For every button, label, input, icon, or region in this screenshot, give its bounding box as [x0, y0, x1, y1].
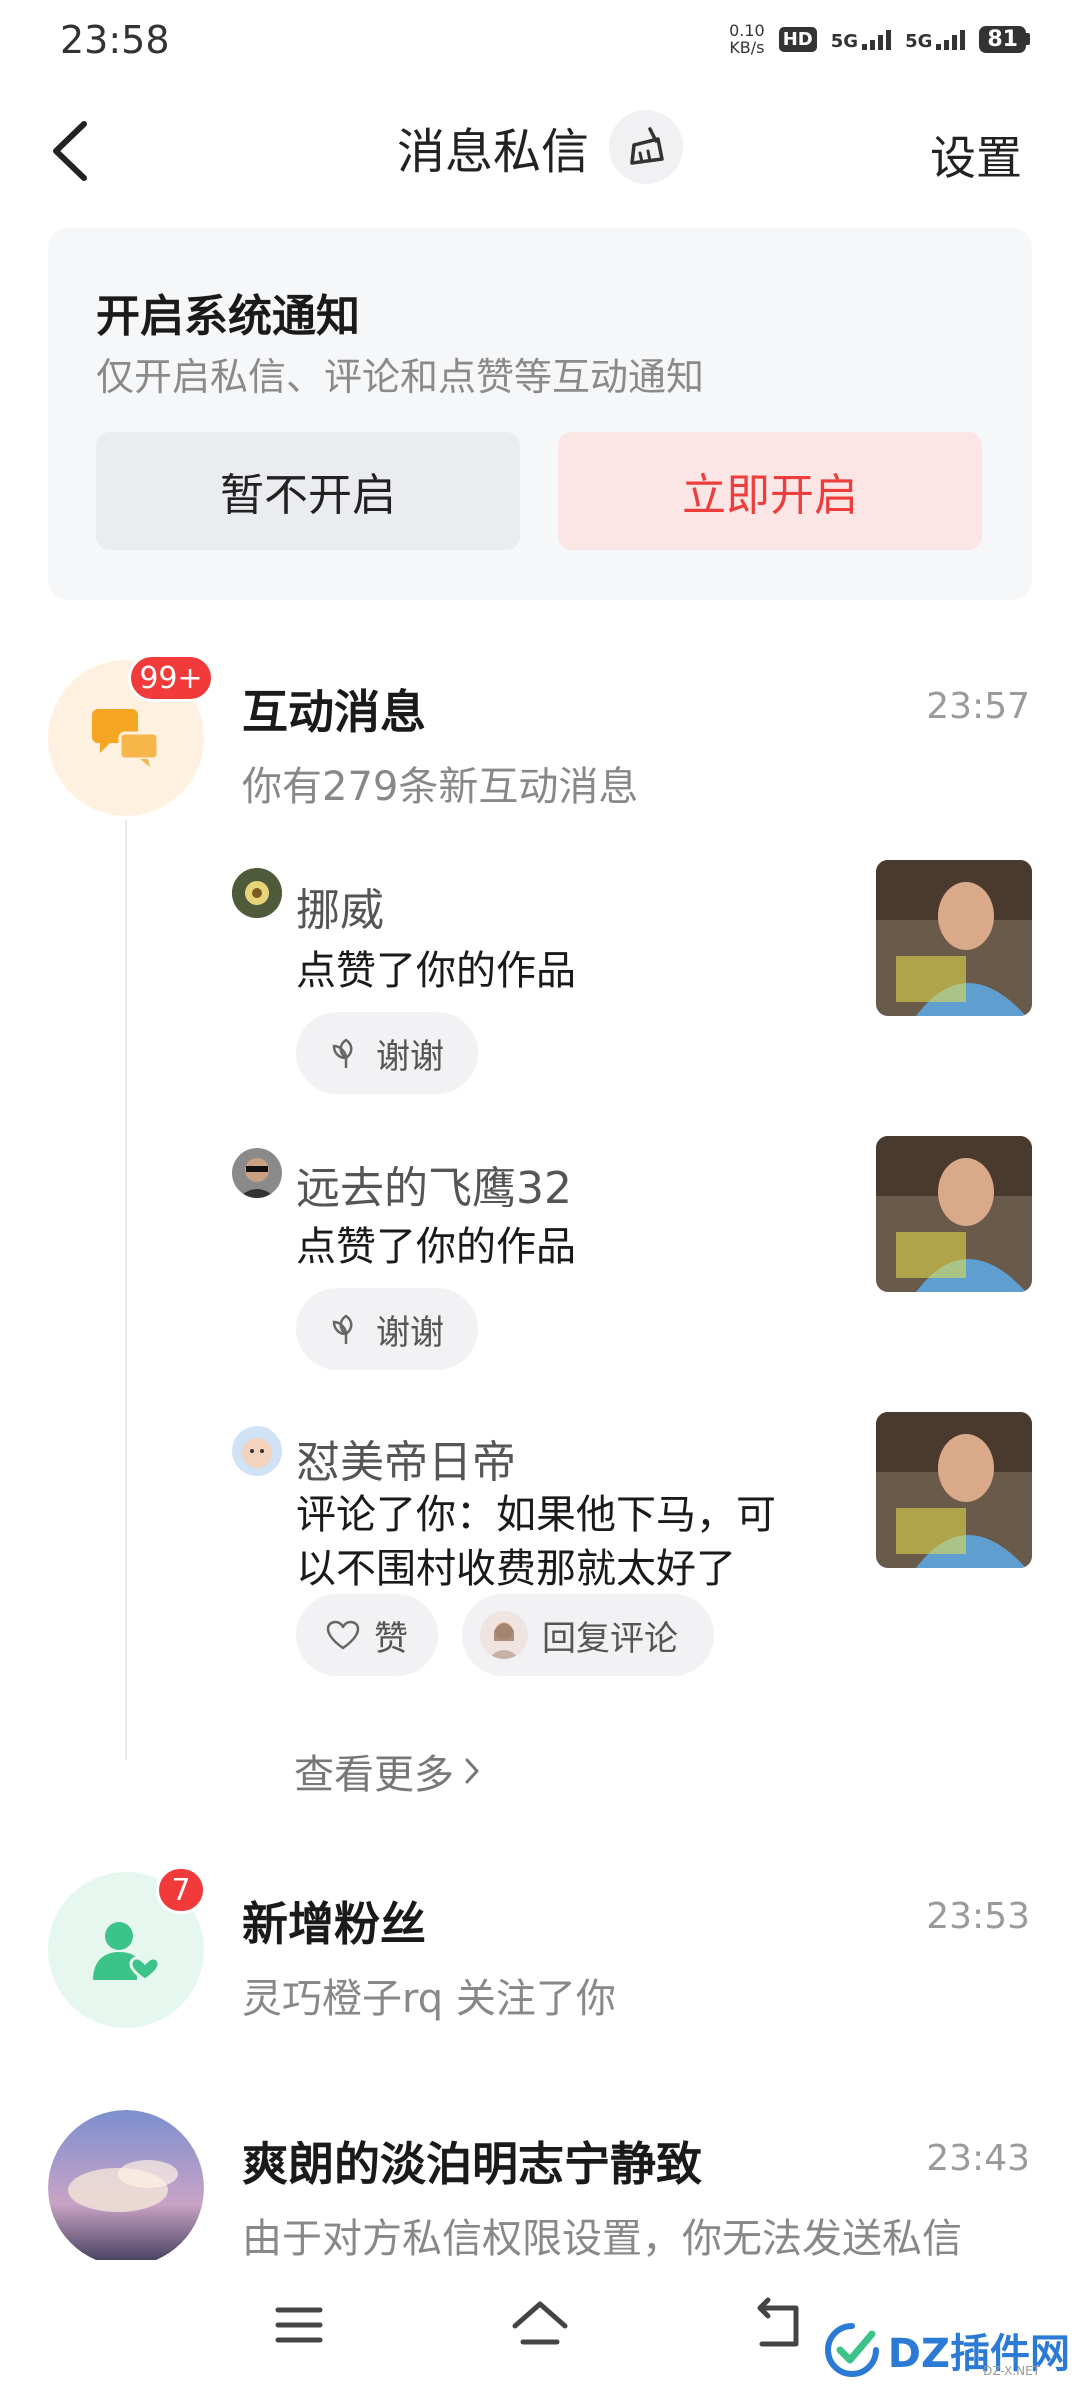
notification-prompt-subtitle: 仅开启私信、评论和点赞等互动通知: [96, 355, 705, 399]
not-now-button[interactable]: 暂不开启: [96, 432, 520, 550]
watermark-subtext: DZ-X.NET: [983, 2364, 1040, 2378]
chat-subtitle: 由于对方私信权限设置，你无法发送私信: [242, 2216, 962, 2262]
interaction-unread-badge: 99+: [128, 654, 214, 702]
watermark-text: DZ插件网: [887, 2331, 1070, 2377]
thanks-button[interactable]: 谢谢: [296, 1012, 478, 1094]
flower-icon: [332, 1038, 353, 1068]
thanks-button[interactable]: 谢谢: [296, 1288, 478, 1370]
home-button[interactable]: [505, 2290, 575, 2360]
video-thumbnail[interactable]: [876, 1412, 1032, 1568]
interaction-action-text: 点赞了你的作品: [296, 1224, 576, 1270]
comment-text-line2: 以不围村收费那就太好了: [296, 1546, 736, 1592]
heart-icon: [326, 1620, 360, 1650]
user-avatar[interactable]: [232, 1426, 282, 1476]
return-icon: [757, 2297, 799, 2347]
broom-icon: [630, 127, 664, 165]
watermark-logo-icon: [824, 2323, 879, 2377]
user-heart-icon: [93, 1922, 161, 1982]
flower-avatar-icon: [232, 868, 282, 918]
new-fans-subtitle: 灵巧橙子rq 关注了你: [242, 1976, 616, 2022]
timeline-divider: [125, 820, 127, 1760]
back-nav-button[interactable]: [744, 2290, 814, 2360]
interaction-user-name[interactable]: 怼美帝日帝: [296, 1426, 516, 1490]
sim1-signal-icon: 5G: [831, 28, 892, 51]
watermark: DZ插件网 DZ-X.NET: [822, 2320, 1070, 2380]
sky-avatar-icon: [48, 2110, 204, 2266]
enable-now-button[interactable]: 立即开启: [558, 432, 982, 550]
new-fans-badge: 7: [156, 1866, 206, 1914]
net-speed: 0.10 KB/s: [729, 21, 765, 57]
video-thumbnail[interactable]: [876, 860, 1032, 1016]
see-more-link[interactable]: 查看更多: [294, 1742, 482, 1800]
baby-avatar-icon: [232, 1426, 282, 1476]
flower-icon: [332, 1314, 353, 1344]
my-avatar: [480, 1611, 528, 1659]
clear-unread-button[interactable]: [609, 110, 683, 184]
interaction-user-name[interactable]: 挪威: [296, 874, 384, 938]
interaction-user-name[interactable]: 远去的飞鹰32: [296, 1152, 572, 1216]
menu-icon: [275, 2307, 323, 2343]
status-icons: 0.10 KB/s HD 5G 5G 81: [729, 22, 1030, 56]
chat-title: 爽朗的淡泊明志宁静致: [242, 2137, 702, 2191]
comment-text-line1: 评论了你：如果他下马，可: [296, 1492, 776, 1538]
interaction-title: 互动消息: [242, 685, 426, 739]
new-fans-title: 新增粉丝: [242, 1897, 426, 1951]
nav-bar: 消息私信 设置: [0, 100, 1080, 200]
interaction-time: 23:57: [926, 686, 1030, 727]
person-avatar-icon: [232, 1148, 282, 1198]
chat-time: 23:43: [926, 2138, 1030, 2179]
settings-button[interactable]: 设置: [930, 122, 1022, 188]
page-title: 消息私信: [396, 124, 589, 180]
reply-comment-button[interactable]: 回复评论: [462, 1594, 714, 1676]
notification-prompt-card: 开启系统通知 仅开启私信、评论和点赞等互动通知 暂不开启 立即开启: [48, 228, 1032, 600]
status-time: 23:58: [60, 18, 170, 62]
battery-icon: 81: [979, 25, 1030, 53]
user-avatar[interactable]: [232, 868, 282, 918]
status-bar: 23:58 0.10 KB/s HD 5G 5G 81: [0, 0, 1080, 80]
video-thumbnail[interactable]: [876, 1136, 1032, 1292]
notification-prompt-title: 开启系统通知: [96, 291, 360, 342]
interaction-subtitle: 你有279条新互动消息: [242, 764, 639, 810]
like-comment-button[interactable]: 赞: [296, 1594, 438, 1676]
new-fans-time: 23:53: [926, 1896, 1030, 1937]
chat-avatar: [48, 2110, 204, 2266]
hd-icon: HD: [778, 26, 817, 52]
menu-button[interactable]: [264, 2290, 334, 2360]
sim2-signal-icon: 5G: [905, 28, 966, 51]
chevron-right-icon: [465, 1758, 479, 1784]
interaction-action-text: 点赞了你的作品: [296, 948, 576, 994]
user-avatar[interactable]: [232, 1148, 282, 1198]
home-icon: [512, 2301, 568, 2345]
chat-bubbles-icon: [92, 709, 160, 767]
